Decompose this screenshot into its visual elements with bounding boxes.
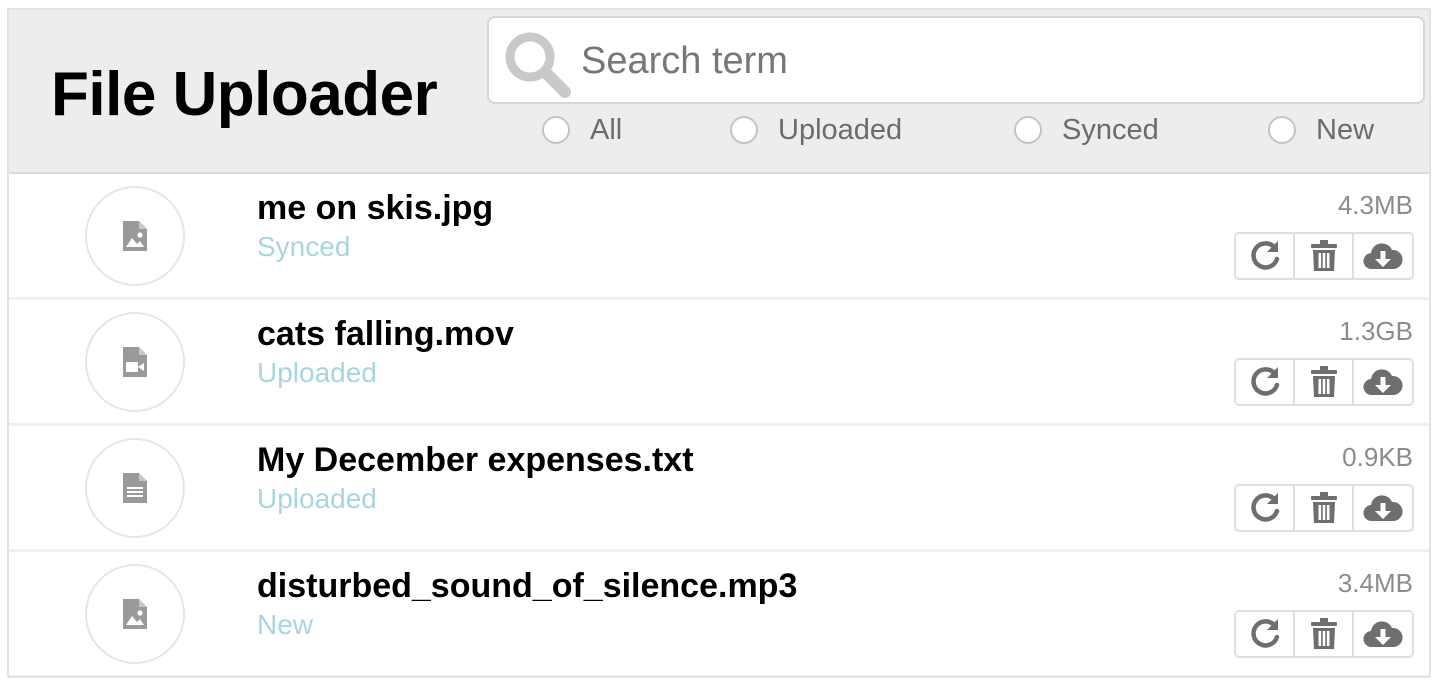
cloud-download-icon bbox=[1363, 243, 1403, 270]
filter-all[interactable]: All bbox=[542, 110, 622, 150]
trash-icon bbox=[1310, 240, 1337, 271]
file-size: 3.4MB bbox=[1337, 568, 1413, 598]
file-actions bbox=[1234, 358, 1414, 406]
trash-icon bbox=[1310, 366, 1337, 397]
file-thumbnail bbox=[85, 564, 185, 664]
file-size: 4.3MB bbox=[1337, 190, 1413, 220]
filter-uploaded-label: Uploaded bbox=[778, 113, 903, 146]
delete-button[interactable] bbox=[1295, 360, 1354, 404]
video-file-icon bbox=[123, 347, 147, 377]
file-size: 1.3GB bbox=[1339, 316, 1413, 346]
download-button[interactable] bbox=[1354, 486, 1412, 530]
filter-new-radio[interactable] bbox=[1268, 116, 1296, 144]
file-row: disturbed_sound_of_silence.mp3 New 3.4MB bbox=[9, 552, 1429, 676]
cloud-download-icon bbox=[1363, 369, 1403, 396]
cloud-download-icon bbox=[1363, 621, 1403, 648]
delete-button[interactable] bbox=[1295, 486, 1354, 530]
file-thumbnail bbox=[85, 312, 185, 412]
file-row: cats falling.mov Uploaded 1.3GB bbox=[9, 300, 1429, 426]
filter-all-radio[interactable] bbox=[542, 116, 570, 144]
search-box[interactable] bbox=[487, 16, 1425, 104]
file-name: cats falling.mov bbox=[257, 315, 514, 353]
file-name: My December expenses.txt bbox=[257, 441, 694, 479]
trash-icon bbox=[1310, 492, 1337, 523]
filter-uploaded-radio[interactable] bbox=[730, 116, 758, 144]
download-button[interactable] bbox=[1354, 612, 1412, 656]
app-title: File Uploader bbox=[51, 60, 438, 129]
refresh-button[interactable] bbox=[1236, 360, 1295, 404]
refresh-button[interactable] bbox=[1236, 486, 1295, 530]
trash-icon bbox=[1310, 618, 1337, 649]
search-input[interactable] bbox=[581, 32, 1401, 90]
file-status: New bbox=[257, 609, 314, 640]
text-file-icon bbox=[123, 473, 147, 503]
file-uploader-app: File Uploader All Uploaded Synced New bbox=[7, 8, 1431, 678]
file-size: 0.9KB bbox=[1342, 442, 1413, 472]
file-actions bbox=[1234, 484, 1414, 532]
image-file-icon bbox=[123, 599, 147, 629]
refresh-button[interactable] bbox=[1236, 612, 1295, 656]
file-thumbnail bbox=[85, 438, 185, 538]
file-actions bbox=[1234, 610, 1414, 658]
file-name: me on skis.jpg bbox=[257, 189, 494, 227]
image-file-icon bbox=[123, 221, 147, 251]
file-list: me on skis.jpg Synced 4.3MB cats falling… bbox=[9, 174, 1429, 676]
filter-new-label: New bbox=[1316, 113, 1375, 146]
search-icon bbox=[505, 32, 571, 98]
file-actions bbox=[1234, 232, 1414, 280]
file-name: disturbed_sound_of_silence.mp3 bbox=[257, 567, 798, 605]
file-row: My December expenses.txt Uploaded 0.9KB bbox=[9, 426, 1429, 552]
file-row: me on skis.jpg Synced 4.3MB bbox=[9, 174, 1429, 300]
refresh-button[interactable] bbox=[1236, 234, 1295, 278]
download-button[interactable] bbox=[1354, 360, 1412, 404]
filter-all-label: All bbox=[590, 113, 623, 146]
delete-button[interactable] bbox=[1295, 612, 1354, 656]
filter-uploaded[interactable]: Uploaded bbox=[730, 110, 902, 150]
download-button[interactable] bbox=[1354, 234, 1412, 278]
file-status: Synced bbox=[257, 231, 351, 262]
header-bar: File Uploader All Uploaded Synced New bbox=[9, 10, 1429, 174]
cloud-download-icon bbox=[1363, 495, 1403, 522]
file-status: Uploaded bbox=[257, 483, 377, 514]
file-status: Uploaded bbox=[257, 357, 377, 388]
filter-synced-label: Synced bbox=[1062, 113, 1159, 146]
file-thumbnail bbox=[85, 186, 185, 286]
refresh-icon bbox=[1250, 493, 1279, 522]
refresh-icon bbox=[1250, 367, 1279, 396]
filter-new[interactable]: New bbox=[1268, 110, 1374, 150]
refresh-icon bbox=[1250, 241, 1279, 270]
filter-synced[interactable]: Synced bbox=[1014, 110, 1159, 150]
refresh-icon bbox=[1250, 619, 1279, 648]
delete-button[interactable] bbox=[1295, 234, 1354, 278]
filter-synced-radio[interactable] bbox=[1014, 116, 1042, 144]
